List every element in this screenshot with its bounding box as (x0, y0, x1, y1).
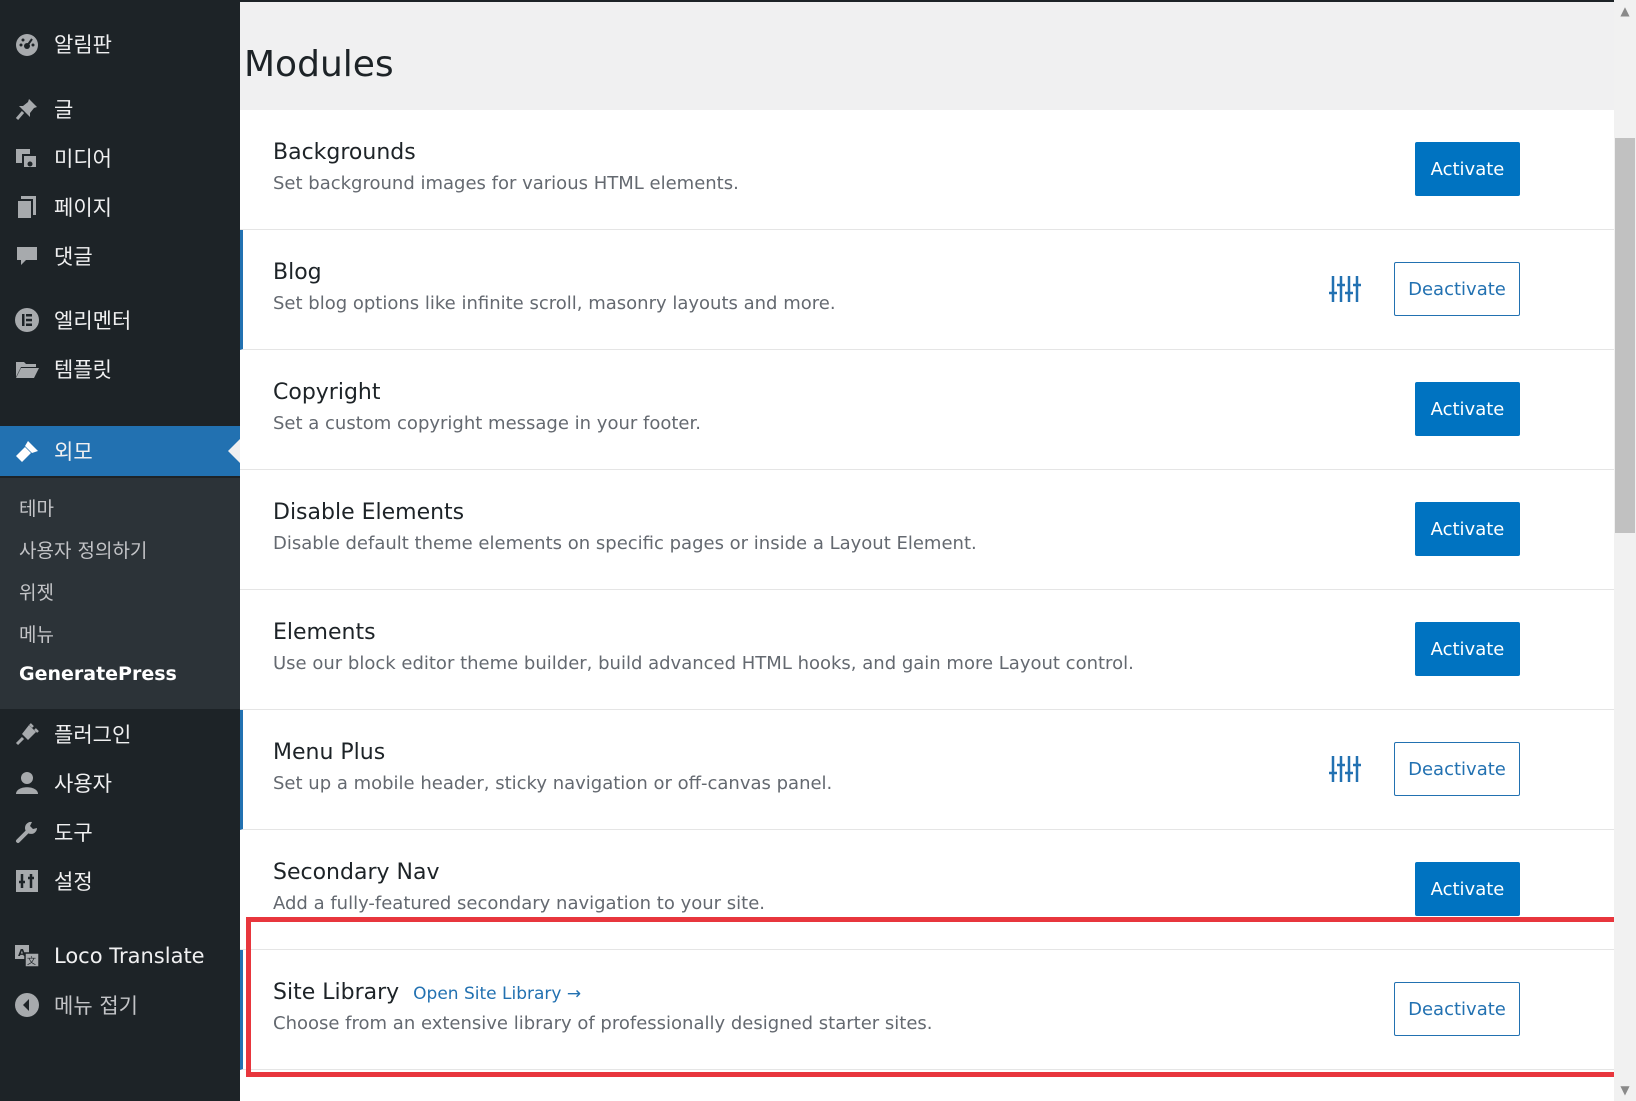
sidebar-item-users[interactable]: 사용자 (0, 758, 240, 808)
appearance-icon (14, 438, 40, 464)
sidebar-item-loco-translate[interactable]: A文 Loco Translate (0, 931, 240, 981)
page-icon (14, 194, 40, 220)
sidebar-item-label: 미디어 (54, 147, 112, 171)
module-name: Menu Plus (273, 740, 386, 765)
sidebar-item-tools[interactable]: 도구 (0, 807, 240, 857)
module-description: Set up a mobile header, sticky navigatio… (273, 773, 833, 794)
appearance-submenu: 테마 사용자 정의하기 위젯 메뉴 GeneratePress (0, 478, 240, 709)
dashboard-icon (14, 31, 40, 57)
open-site-library-link[interactable]: Open Site Library → (413, 984, 581, 1004)
deactivate-button[interactable]: Deactivate (1394, 262, 1520, 316)
submenu-item-themes[interactable]: 테마 (19, 494, 54, 521)
scroll-up-arrow-icon[interactable]: ▲ (1614, 0, 1636, 22)
module-description: Set a custom copyright message in your f… (273, 413, 701, 434)
sidebar-item-label: 댓글 (54, 245, 93, 269)
page-title: Modules (244, 44, 394, 85)
module-name: Backgrounds (273, 140, 416, 165)
sidebar-item-appearance[interactable]: 외모 (0, 426, 240, 476)
module-settings-icon[interactable] (1329, 754, 1361, 784)
sidebar-item-label: 도구 (54, 821, 93, 845)
sidebar-item-label: 엘리멘터 (54, 309, 132, 333)
module-row-copyright: Copyright Set a custom copyright message… (240, 350, 1614, 470)
module-name: Disable Elements (273, 500, 465, 525)
module-row-blog: Blog Set blog options like infinite scro… (240, 230, 1614, 350)
module-row-backgrounds: Backgrounds Set background images for va… (240, 110, 1614, 230)
module-row-menu-plus: Menu Plus Set up a mobile header, sticky… (240, 710, 1614, 830)
sidebar-item-label: 템플릿 (54, 358, 112, 382)
sidebar-item-label: 페이지 (54, 196, 112, 220)
media-icon (14, 145, 40, 171)
sidebar-item-collapse-menu[interactable]: 메뉴 접기 (0, 980, 240, 1030)
sidebar-item-label: 메뉴 접기 (54, 994, 138, 1018)
svg-text:文: 文 (27, 955, 36, 967)
folder-icon (14, 356, 40, 382)
module-name: Elements (273, 620, 376, 645)
module-row-disable-elements: Disable Elements Disable default theme e… (240, 470, 1614, 590)
activate-button[interactable]: Activate (1415, 622, 1520, 676)
sidebar-item-label: 사용자 (54, 772, 112, 796)
sidebar-item-label: 외모 (54, 440, 93, 464)
scrollbar[interactable]: ▲ ▼ (1614, 0, 1636, 1101)
collapse-icon (14, 992, 40, 1018)
activate-button[interactable]: Activate (1415, 142, 1520, 196)
module-name-wrap: Site Library Open Site Library → (273, 980, 581, 1005)
sidebar-item-settings[interactable]: 설정 (0, 856, 240, 906)
module-settings-icon[interactable] (1329, 274, 1361, 304)
sidebar-item-comments[interactable]: 댓글 (0, 231, 240, 281)
module-row-site-library: Site Library Open Site Library → Choose f… (240, 950, 1614, 1070)
module-description: Set blog options like infinite scroll, m… (273, 293, 836, 314)
sidebar-item-elementor[interactable]: 엘리멘터 (0, 295, 240, 345)
user-icon (14, 770, 40, 796)
submenu-item-widgets[interactable]: 위젯 (19, 578, 54, 605)
module-row-secondary-nav: Secondary Nav Add a fully-featured secon… (240, 830, 1614, 950)
sidebar-item-plugins[interactable]: 플러그인 (0, 709, 240, 759)
module-description: Choose from an extensive library of prof… (273, 1013, 933, 1034)
activate-button[interactable]: Activate (1415, 502, 1520, 556)
submenu-item-menus[interactable]: 메뉴 (19, 620, 54, 647)
sidebar-item-dashboard[interactable]: 알림판 (0, 19, 240, 69)
module-description: Use our block editor theme builder, buil… (273, 653, 1134, 674)
sidebar-item-media[interactable]: 미디어 (0, 133, 240, 183)
plugin-icon (14, 721, 40, 747)
sidebar-item-templates[interactable]: 템플릿 (0, 344, 240, 394)
module-name: Blog (273, 260, 322, 285)
elementor-icon (14, 307, 40, 333)
translate-icon: A文 (14, 943, 40, 969)
sidebar-item-label: 글 (54, 98, 74, 122)
comment-icon (14, 243, 40, 269)
wrench-icon (14, 819, 40, 845)
deactivate-button[interactable]: Deactivate (1394, 982, 1520, 1036)
sidebar-item-label: Loco Translate (54, 944, 205, 968)
module-name: Secondary Nav (273, 860, 440, 885)
module-description: Add a fully-featured secondary navigatio… (273, 893, 766, 914)
activate-button[interactable]: Activate (1415, 382, 1520, 436)
sidebar-item-pages[interactable]: 페이지 (0, 182, 240, 232)
sidebar-item-label: 플러그인 (54, 723, 132, 747)
admin-sidebar: 알림판 글 미디어 페이지 댓글 엘리멘터 템플릿 외모 테마 사용자 정의하기… (0, 0, 240, 1101)
module-name: Site Library (273, 980, 400, 1005)
settings-icon (14, 868, 40, 894)
deactivate-button[interactable]: Deactivate (1394, 742, 1520, 796)
submenu-item-generatepress[interactable]: GeneratePress (19, 663, 177, 685)
module-name: Copyright (273, 380, 381, 405)
sidebar-item-label: 알림판 (54, 33, 112, 57)
scroll-down-arrow-icon[interactable]: ▼ (1614, 1079, 1636, 1101)
sidebar-item-posts[interactable]: 글 (0, 84, 240, 134)
submenu-item-customize[interactable]: 사용자 정의하기 (19, 536, 147, 563)
module-row-elements: Elements Use our block editor theme buil… (240, 590, 1614, 710)
module-description: Set background images for various HTML e… (273, 173, 739, 194)
activate-button[interactable]: Activate (1415, 862, 1520, 916)
module-description: Disable default theme elements on specif… (273, 533, 977, 554)
top-border (240, 0, 1636, 2)
scrollbar-thumb[interactable] (1615, 138, 1635, 533)
pin-icon (14, 96, 40, 122)
sidebar-item-label: 설정 (54, 870, 93, 894)
